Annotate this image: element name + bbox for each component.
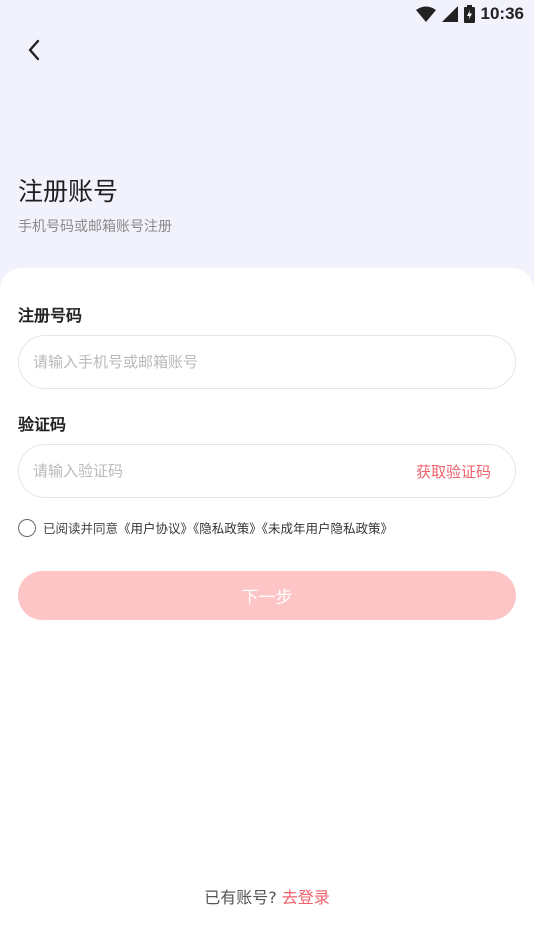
verification-code-input[interactable]	[33, 462, 416, 480]
footer: 已有账号? 去登录	[0, 884, 534, 908]
get-code-button[interactable]: 获取验证码	[416, 461, 491, 482]
agreement-prefix: 已阅读并同意	[43, 521, 119, 536]
phone-field-label: 注册号码	[18, 306, 83, 325]
code-input-container[interactable]: 获取验证码	[18, 444, 516, 498]
phone-input-container[interactable]	[18, 335, 516, 389]
page-subtitle: 手机号码或邮箱账号注册	[18, 219, 172, 235]
form-card: 注册号码 验证码 获取验证码 已阅读并同意《用户协议》《隐私政策》《未成年用户隐…	[0, 268, 534, 950]
agreement-row: 已阅读并同意《用户协议》《隐私政策》《未成年用户隐私政策》	[18, 518, 393, 537]
user-agreement-link[interactable]: 《用户协议》	[118, 521, 193, 536]
agreement-checkbox[interactable]	[18, 518, 36, 537]
agreement-text: 已阅读并同意《用户协议》《隐私政策》《未成年用户隐私政策》	[43, 518, 393, 537]
cellular-signal-icon	[441, 6, 458, 22]
status-time: 10:36	[480, 4, 524, 23]
wifi-icon	[415, 6, 436, 22]
page-title: 注册账号	[18, 177, 119, 206]
go-login-link[interactable]: 去登录	[282, 888, 330, 907]
chevron-left-icon[interactable]	[27, 39, 41, 65]
privacy-policy-link[interactable]: 《隐私政策》	[193, 521, 262, 536]
phone-email-input[interactable]	[33, 353, 491, 371]
have-account-prompt: 已有账号?	[204, 888, 277, 907]
code-field-label: 验证码	[18, 415, 67, 434]
back-button[interactable]	[18, 36, 50, 68]
battery-charging-icon	[463, 5, 475, 23]
status-bar: 10:36	[0, 0, 534, 28]
next-step-button[interactable]: 下一步	[18, 571, 516, 620]
minor-privacy-policy-link[interactable]: 《未成年用户隐私政策》	[262, 521, 393, 536]
